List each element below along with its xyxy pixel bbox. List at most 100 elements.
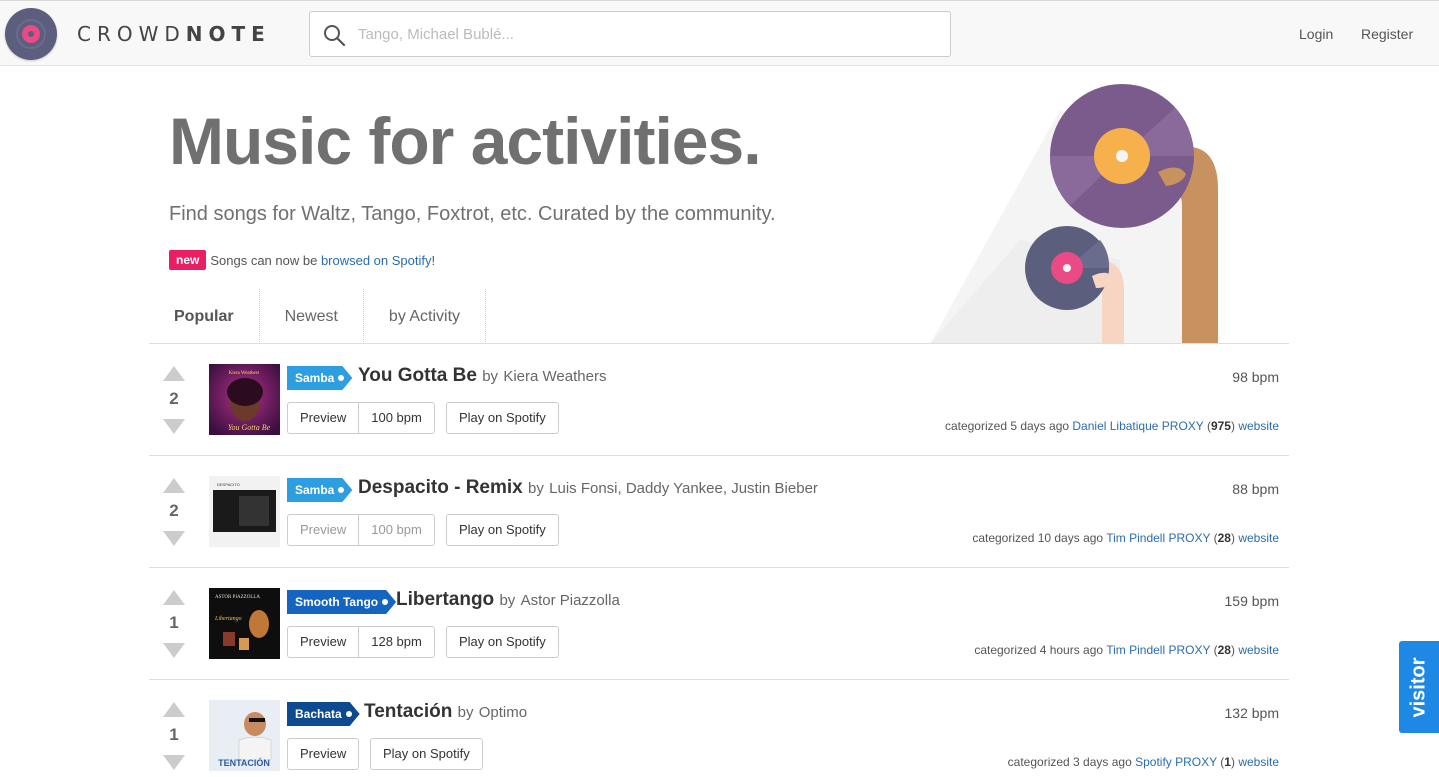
tab-by-activity[interactable]: by Activity <box>364 289 487 344</box>
bpm-button[interactable]: 100 bpm <box>358 403 434 433</box>
cover-caption-top: Kiera Weathers <box>229 371 260 376</box>
register-link[interactable]: Register <box>1361 26 1413 42</box>
categorized-meta: categorized 3 days ago Spotify PROXY (1)… <box>1008 755 1279 769</box>
website-link[interactable]: website <box>1238 755 1279 769</box>
page-title: Music for activities. <box>169 104 762 178</box>
vote-count: 1 <box>169 725 179 744</box>
user-count: 28 <box>1217 643 1231 657</box>
visitor-tab[interactable]: visitor <box>1399 641 1439 733</box>
user-count: 28 <box>1217 531 1231 545</box>
upvote-arrow-icon[interactable] <box>163 478 185 493</box>
spotify-browse-link[interactable]: browsed on Spotify <box>321 253 432 268</box>
artist-name: Luis Fonsi, Daddy Yankee, Justin Bieber <box>549 480 818 497</box>
user-link[interactable]: Tim Pindell PROXY <box>1106 643 1210 657</box>
song-row: 2 DESPACITO Samba Despacito - Remix by L… <box>149 456 1289 568</box>
downvote-arrow-icon[interactable] <box>163 419 185 434</box>
song-title[interactable]: You Gotta Be <box>358 365 477 386</box>
song-title-line: You Gotta Be by Kiera Weathers <box>358 365 606 387</box>
upvote-arrow-icon[interactable] <box>163 590 185 605</box>
cover-caption-bottom: Libertango <box>214 616 242 622</box>
preview-button[interactable]: Preview <box>288 403 358 433</box>
song-title-line: Tentación by Optimo <box>364 701 527 723</box>
website-link[interactable]: website <box>1238 531 1279 545</box>
by-label: by <box>499 592 516 609</box>
play-on-spotify-button[interactable]: Play on Spotify <box>370 738 483 770</box>
song-title[interactable]: Tentación <box>364 701 452 722</box>
genre-tag[interactable]: Samba <box>287 478 352 502</box>
song-title-line: Libertango by Astor Piazzolla <box>396 589 620 611</box>
categorized-meta: categorized 4 hours ago Tim Pindell PROX… <box>974 643 1279 657</box>
genre-tag[interactable]: Samba <box>287 366 352 390</box>
login-link[interactable]: Login <box>1299 26 1333 42</box>
user-link[interactable]: Spotify PROXY <box>1135 755 1217 769</box>
song-bpm: 159 bpm <box>1224 593 1279 609</box>
song-bpm: 132 bpm <box>1224 705 1279 721</box>
by-label: by <box>482 368 499 385</box>
bpm-button[interactable]: 100 bpm <box>358 515 434 545</box>
tab-popular[interactable]: Popular <box>149 289 260 344</box>
preview-button[interactable]: Preview <box>288 515 358 545</box>
sort-tabs: Popular Newest by Activity <box>149 289 487 344</box>
album-cover[interactable]: TENTACIÓN <box>209 700 280 771</box>
vote-count: 1 <box>169 613 179 632</box>
hands-holding-records-illustration <box>930 84 1218 344</box>
artist-name: Kiera Weathers <box>503 368 607 385</box>
count-close: ) <box>1230 755 1235 769</box>
upvote-arrow-icon[interactable] <box>163 366 185 381</box>
artist-name: Optimo <box>478 704 528 721</box>
song-row: 1 TENTACIÓN Bachata Tentación by Optimo … <box>149 680 1289 777</box>
search-box <box>309 11 951 57</box>
album-cover[interactable]: DESPACITO <box>209 476 280 547</box>
new-badge: new <box>169 250 207 270</box>
song-row: 2 Kiera Weathers You Gotta Be Samba You … <box>149 344 1289 456</box>
vote-count: 2 <box>169 501 179 520</box>
categorized-time: categorized 5 days ago <box>944 419 1070 433</box>
preview-button[interactable]: Preview <box>288 627 358 657</box>
downvote-arrow-icon[interactable] <box>163 531 185 546</box>
upvote-arrow-icon[interactable] <box>163 702 185 717</box>
cover-caption-bottom: TENTACIÓN <box>218 757 270 768</box>
play-on-spotify-button[interactable]: Play on Spotify <box>446 514 559 546</box>
song-bpm: 98 bpm <box>1232 369 1279 385</box>
artist-name: Astor Piazzolla <box>520 592 620 609</box>
categorized-time: categorized 3 days ago <box>1007 755 1132 769</box>
play-on-spotify-button[interactable]: Play on Spotify <box>446 402 559 434</box>
vote-count: 2 <box>169 389 179 408</box>
preview-button-group: Preview 128 bpm <box>287 626 435 658</box>
downvote-arrow-icon[interactable] <box>163 755 185 770</box>
preview-button-group: Preview 100 bpm <box>287 514 435 546</box>
search-input[interactable] <box>358 20 938 48</box>
website-link[interactable]: website <box>1238 419 1279 433</box>
preview-button[interactable]: Preview <box>288 739 358 769</box>
website-link[interactable]: website <box>1238 643 1279 657</box>
album-cover[interactable]: ASTOR PIAZZOLLA Libertango <box>209 588 280 659</box>
preview-button-group: Preview 100 bpm <box>287 402 435 434</box>
search-icon <box>324 25 346 47</box>
by-label: by <box>528 480 544 497</box>
user-count: 975 <box>1210 419 1231 433</box>
song-title[interactable]: Despacito - Remix <box>358 477 523 498</box>
vinyl-logo-icon[interactable] <box>5 8 57 60</box>
categorized-meta: categorized 10 days ago Tim Pindell PROX… <box>972 531 1279 545</box>
preview-button-group: Preview <box>287 738 360 770</box>
song-title[interactable]: Libertango <box>396 589 494 610</box>
genre-tag[interactable]: Bachata <box>287 702 360 726</box>
categorized-meta: categorized 5 days ago Daniel Libatique … <box>945 419 1279 433</box>
downvote-arrow-icon[interactable] <box>163 643 185 658</box>
announcement: new Songs can now be browsed on Spotify! <box>169 250 435 270</box>
genre-tag[interactable]: Smooth Tango <box>287 590 396 614</box>
album-cover[interactable]: Kiera Weathers You Gotta Be <box>209 364 280 435</box>
page-subtitle: Find songs for Waltz, Tango, Foxtrot, et… <box>169 203 776 225</box>
song-bpm: 88 bpm <box>1232 481 1279 497</box>
bpm-button[interactable]: 128 bpm <box>358 627 434 657</box>
announcement-text: Songs can now be <box>210 252 318 268</box>
song-row: 1 ASTOR PIAZZOLLA Libertango Smooth Tang… <box>149 568 1289 680</box>
user-link[interactable]: Daniel Libatique PROXY <box>1072 419 1203 433</box>
play-on-spotify-button[interactable]: Play on Spotify <box>446 626 559 658</box>
categorized-time: categorized 10 days ago <box>972 531 1104 545</box>
cover-caption-top: ASTOR PIAZZOLLA <box>215 595 260 600</box>
tab-newest[interactable]: Newest <box>260 289 364 344</box>
brand-wordmark[interactable]: CROWDNOTE <box>77 22 271 46</box>
by-label: by <box>457 704 474 721</box>
user-link[interactable]: Tim Pindell PROXY <box>1106 531 1210 545</box>
